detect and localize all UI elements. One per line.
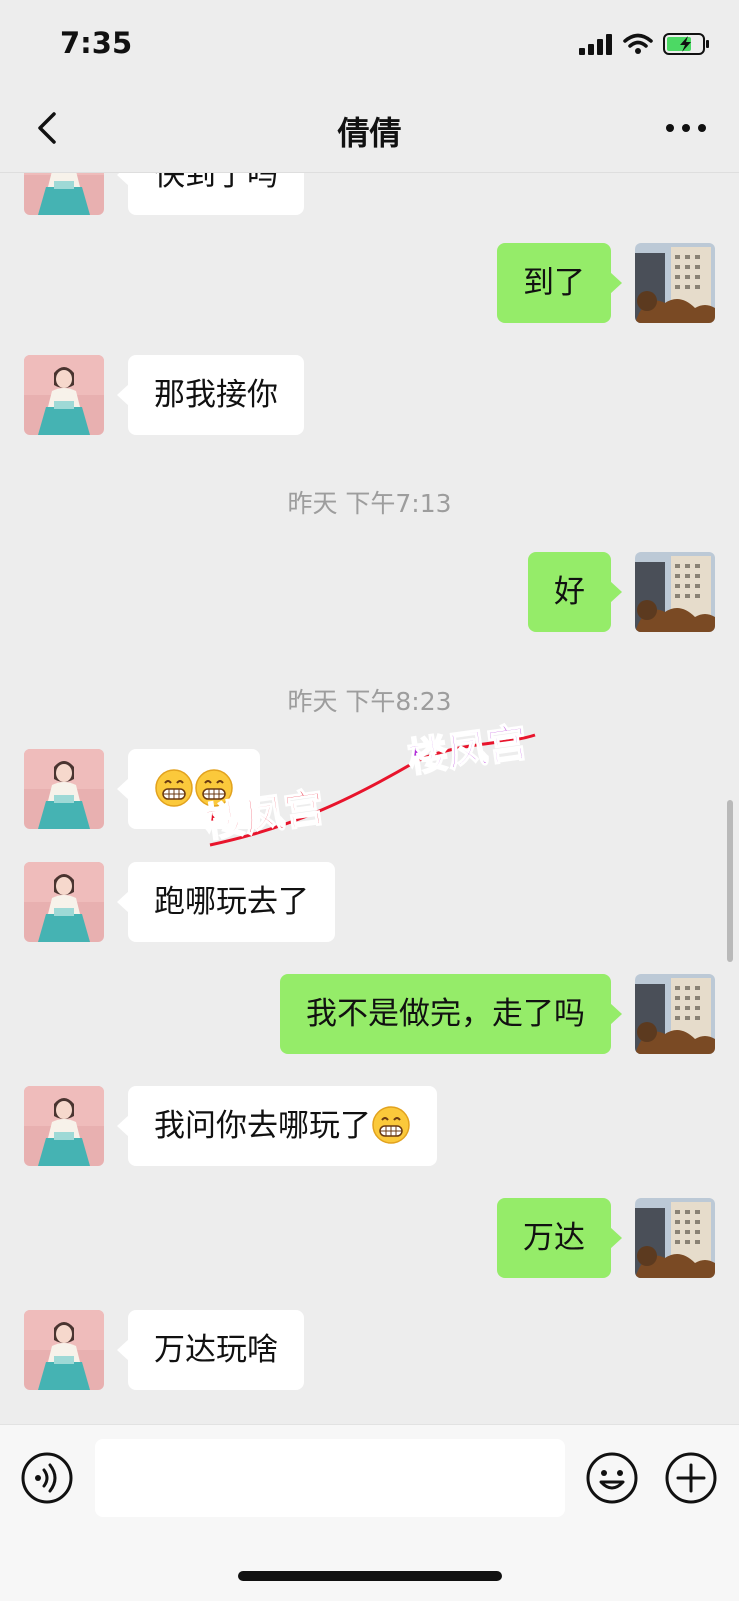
status-bar: 7:35 — [0, 0, 739, 90]
more-options-icon[interactable] — [663, 116, 709, 140]
message-row: 我不是做完，走了吗 — [0, 974, 739, 1054]
my-avatar[interactable] — [635, 552, 715, 632]
message-row: 跑哪玩去了 — [0, 862, 739, 942]
message-row: 快到了吗 — [0, 172, 739, 215]
wifi-icon — [623, 33, 653, 54]
timestamp: 昨天 下午7:13 — [287, 489, 452, 518]
contact-avatar[interactable] — [24, 749, 104, 829]
message-bubble[interactable]: 我问你去哪玩了 — [117, 1086, 437, 1166]
message-bubble[interactable]: 快到了吗 — [117, 172, 304, 215]
plus-icon[interactable] — [664, 1451, 718, 1505]
chat-title: 倩倩 — [337, 114, 402, 152]
message-bubble[interactable]: 跑哪玩去了 — [117, 862, 335, 942]
message-bubble[interactable]: 那我接你 — [117, 355, 304, 435]
message-row: 那我接你 — [0, 355, 739, 435]
my-avatar[interactable] — [635, 243, 715, 323]
message-text: 我问你去哪玩了 — [154, 1108, 371, 1144]
message-row: 到了 — [0, 243, 739, 323]
contact-avatar[interactable] — [24, 862, 104, 942]
message-bubble[interactable]: 到了 — [497, 243, 622, 323]
watermark: 楼凤宫 楼凤宫 — [205, 719, 536, 848]
grin-emoji-icon — [154, 768, 194, 808]
timestamp: 昨天 下午8:23 — [287, 687, 452, 716]
my-avatar[interactable] — [635, 974, 715, 1054]
message-row: 我问你去哪玩了 — [0, 1086, 739, 1166]
watermark-text: 楼凤宫 — [205, 785, 327, 847]
message-input[interactable] — [95, 1439, 565, 1517]
message-bubble[interactable]: 我不是做完，走了吗 — [280, 974, 622, 1054]
voice-input-icon[interactable] — [20, 1451, 74, 1505]
status-time: 7:35 — [60, 26, 133, 60]
grin-emoji-icon — [371, 1105, 411, 1145]
message-bubble[interactable]: 万达玩啥 — [117, 1310, 304, 1390]
input-bar — [0, 1424, 739, 1601]
my-avatar[interactable] — [635, 1198, 715, 1278]
message-bubble[interactable]: 好 — [528, 552, 622, 632]
message-row: 万达 — [0, 1198, 739, 1278]
watermark-text: 楼凤宫 — [405, 720, 530, 782]
contact-avatar[interactable] — [24, 1086, 104, 1166]
contact-avatar[interactable] — [24, 355, 104, 435]
status-icons — [579, 32, 711, 56]
battery-icon — [663, 33, 709, 55]
home-indicator[interactable] — [238, 1571, 502, 1581]
chat-header: 倩倩 — [0, 90, 739, 173]
message-row: 万达玩啥 — [0, 1310, 739, 1390]
contact-avatar[interactable] — [24, 172, 104, 215]
scrollbar[interactable] — [727, 800, 733, 962]
contact-avatar[interactable] — [24, 1310, 104, 1390]
emoji-picker-icon[interactable] — [585, 1451, 639, 1505]
signal-icon — [579, 34, 612, 55]
message-bubble[interactable]: 万达 — [497, 1198, 622, 1278]
message-row: 好 — [0, 552, 739, 632]
